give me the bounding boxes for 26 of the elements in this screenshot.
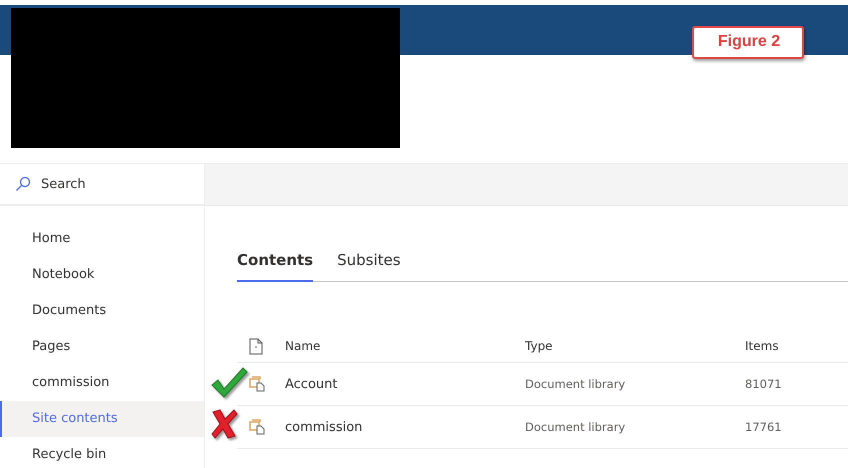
column-header[interactable]: Name <box>285 339 320 353</box>
nav-item[interactable]: Documents <box>0 293 204 329</box>
tab[interactable]: Subsites <box>337 243 401 282</box>
table-cell-text: 81071 <box>745 377 783 391</box>
file-icon <box>249 338 263 354</box>
nav-item[interactable]: Home <box>0 221 204 257</box>
nav-item[interactable]: Pages <box>0 329 204 365</box>
cross-mark-icon <box>209 408 239 440</box>
tab[interactable]: Contents <box>237 243 314 282</box>
table-cell[interactable]: commission <box>285 420 525 434</box>
column-header[interactable]: Type <box>525 339 553 353</box>
library-icon <box>249 419 265 435</box>
table-cell-text: Document library <box>525 377 626 391</box>
nav-item[interactable]: Site contents <box>0 401 204 437</box>
library-icon <box>249 376 265 392</box>
nav-item[interactable]: Notebook <box>0 257 204 293</box>
nav-item[interactable]: commission <box>0 365 204 401</box>
nav-item[interactable]: Recycle bin <box>0 437 204 468</box>
table-cell-text: Document library <box>525 420 626 434</box>
check-mark-icon <box>209 365 249 399</box>
search-field[interactable]: Search <box>39 176 183 192</box>
column-header[interactable]: Items <box>745 339 779 353</box>
search-icon <box>15 176 31 192</box>
table-cell-text: 17761 <box>745 420 783 434</box>
figure-label: Figure 2 <box>692 26 804 58</box>
table-cell[interactable]: Account <box>285 376 525 392</box>
